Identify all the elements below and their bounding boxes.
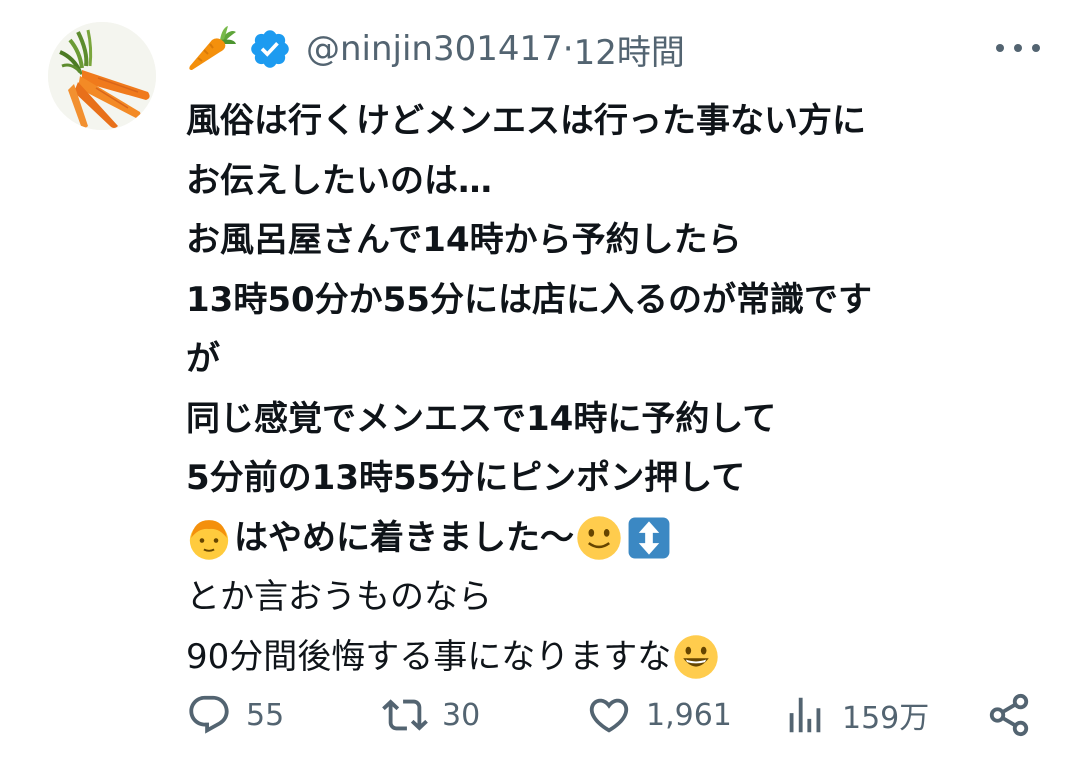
more-options-button[interactable] [996,30,1040,66]
post-time[interactable]: 12時間 [574,25,685,74]
tweet-line: 風俗は行くけどメンエスは行った事ない方に [186,101,866,141]
retweet-button[interactable]: 30 [382,690,480,740]
boy-face-emoji-icon [189,520,229,560]
reply-count: 55 [246,697,285,733]
tweet-line: お風呂屋さんで14時から予約したら [186,220,742,260]
views-icon [789,697,821,733]
retweet-icon [382,699,428,731]
more-dot-icon [996,44,1004,52]
reply-button[interactable]: 55 [186,690,284,740]
views-count: 159万 [842,701,930,736]
like-icon [589,698,629,733]
share-button[interactable] [986,690,1032,740]
reply-icon [189,695,229,734]
tweet-line: 5分前の13時55分にピンポン押して [186,458,746,498]
slightly-smiling-face-emoji-icon [577,516,621,560]
author-handle[interactable]: @ninjin301417 [306,29,563,69]
grinning-face-emoji-icon [674,635,718,679]
views-button[interactable]: 159万 [782,690,929,740]
tweet-header: @ninjin301417 · 12時間 [186,25,1040,74]
more-dot-icon [1014,44,1022,52]
tweet-line-with-emoji: はやめに着きました〜 [186,509,1066,569]
carrot-icon [189,26,236,70]
time-separator: · [562,29,574,69]
verified-badge-icon[interactable] [248,27,292,71]
tweet-line-text: 90分間後悔する事になりますな [186,636,672,677]
retweet-count: 30 [442,697,481,733]
tweet-line: が [186,339,220,379]
like-count: 1,961 [646,697,732,733]
tweet-line: 13時50分か55分には店に入るのが常識です [186,279,872,320]
avatar[interactable] [48,22,156,130]
tweet-line: とか言おうものなら [186,577,492,617]
tweet-text: 風俗は行くけどメンエスは行った事ない方に お伝えしたいのは… お風呂屋さんで14… [186,92,1066,687]
action-bar: 55 30 1,961 159万 [186,690,1036,740]
tweet-line-with-emoji: 90分間後悔する事になりますな [186,628,1066,688]
tweet-line: お伝えしたいのは… [186,160,492,201]
tweet-line-text: はやめに着きました〜 [234,517,574,558]
tweet-line: 同じ感覚でメンエスで14時に予約して [186,398,777,439]
more-dot-icon [1032,44,1040,52]
up-down-arrow-emoji-icon [628,517,670,559]
like-button[interactable]: 1,961 [586,690,732,740]
carrots-photo-icon [48,22,156,130]
share-icon [989,693,1029,737]
